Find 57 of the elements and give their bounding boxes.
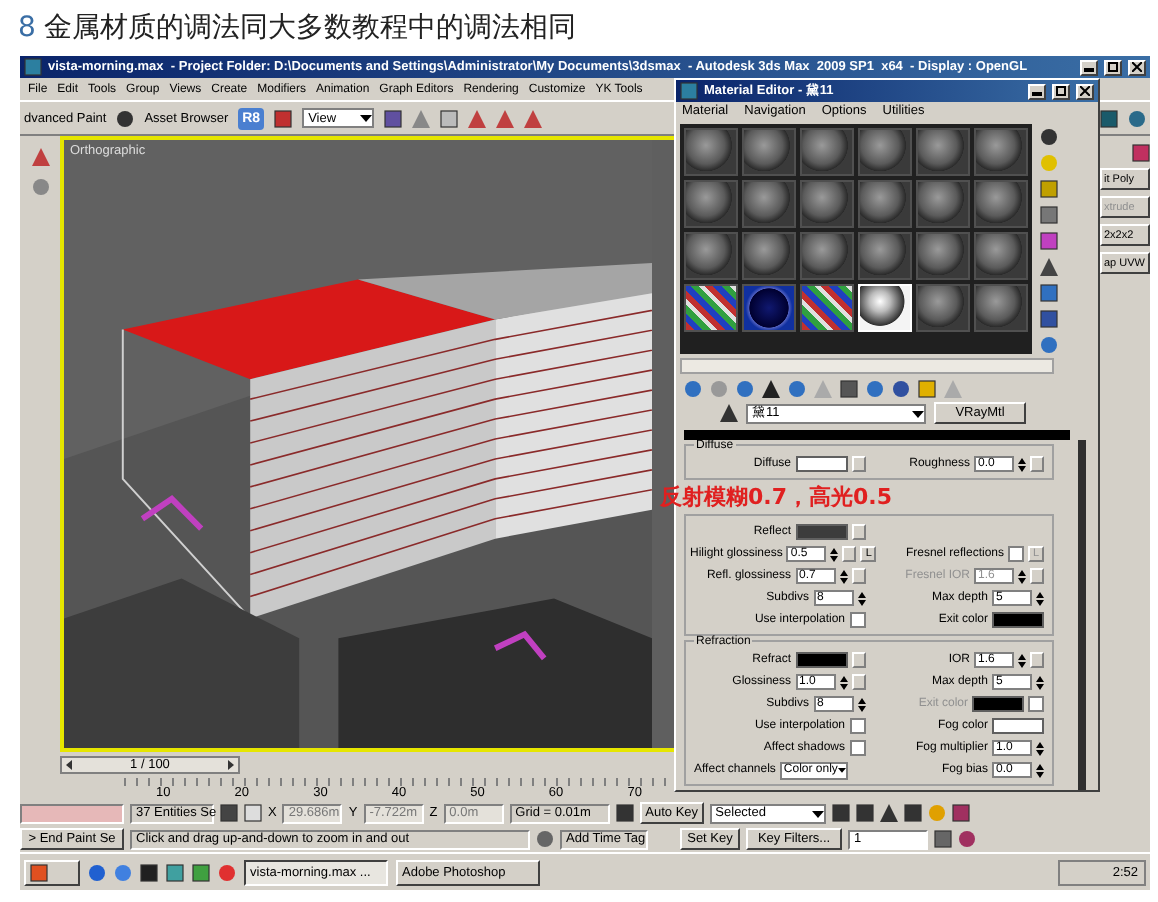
minimize-icon bbox=[1084, 62, 1094, 72]
start-button[interactable] bbox=[24, 859, 80, 885]
left-arrow-icon[interactable] bbox=[66, 759, 72, 769]
spinner-arrows-icon[interactable] bbox=[857, 697, 865, 711]
spinner-arrows-icon[interactable] bbox=[857, 591, 865, 605]
step-number: 8 bbox=[18, 12, 36, 44]
color-swatch[interactable] bbox=[795, 524, 847, 540]
map-button[interactable] bbox=[851, 652, 865, 668]
spinner-arrows-icon[interactable] bbox=[1036, 675, 1044, 689]
checkbox[interactable] bbox=[849, 718, 865, 734]
restore-button[interactable] bbox=[1104, 59, 1122, 75]
color-swatch[interactable] bbox=[795, 456, 847, 472]
caret-icon bbox=[837, 764, 846, 776]
map-button[interactable] bbox=[1030, 652, 1044, 668]
map-button[interactable] bbox=[851, 524, 865, 540]
material-slot[interactable] bbox=[684, 283, 738, 332]
minimize-button[interactable] bbox=[1080, 59, 1098, 75]
right-arrow-icon[interactable] bbox=[227, 759, 234, 769]
maximize-icon bbox=[1056, 86, 1066, 96]
close-icon bbox=[1080, 86, 1090, 96]
heading-text: 金属材质的调法同大多数教程中的调法相同 bbox=[43, 10, 576, 46]
caret-icon bbox=[360, 112, 373, 124]
map-button[interactable] bbox=[851, 456, 865, 472]
square-icon[interactable] bbox=[1039, 205, 1057, 224]
spinner-arrows-icon[interactable] bbox=[1036, 591, 1044, 605]
color-swatch[interactable] bbox=[992, 612, 1044, 628]
caret-icon bbox=[811, 807, 824, 819]
checkbox[interactable] bbox=[849, 612, 865, 628]
spinner-arrows-icon[interactable] bbox=[830, 547, 839, 561]
sphere-icon[interactable] bbox=[1039, 127, 1057, 146]
map-button[interactable] bbox=[842, 546, 857, 562]
caret-icon bbox=[912, 407, 924, 420]
checkbox[interactable] bbox=[849, 740, 865, 756]
spinner-arrows-icon[interactable] bbox=[1018, 569, 1026, 583]
spinner-arrows-icon[interactable] bbox=[839, 569, 847, 583]
map-button[interactable] bbox=[851, 568, 865, 584]
checkbox[interactable] bbox=[1008, 546, 1024, 562]
color-swatch[interactable] bbox=[795, 652, 847, 668]
maximize-button[interactable] bbox=[1052, 83, 1070, 99]
spinner-arrows-icon[interactable] bbox=[1018, 457, 1026, 471]
spinner-arrows-icon[interactable] bbox=[1036, 741, 1044, 755]
restore-icon bbox=[1108, 62, 1118, 72]
material-slot[interactable] bbox=[800, 283, 854, 332]
spinner-arrows-icon[interactable] bbox=[839, 675, 847, 689]
close-icon bbox=[1132, 62, 1142, 72]
color-swatch[interactable] bbox=[992, 718, 1044, 734]
map-button[interactable] bbox=[1030, 456, 1044, 472]
close-button[interactable] bbox=[1076, 83, 1094, 99]
minimize-icon bbox=[1032, 86, 1042, 96]
scrollbar[interactable] bbox=[680, 357, 1054, 375]
spinner-arrows-icon[interactable] bbox=[1036, 763, 1044, 777]
map-button[interactable] bbox=[851, 674, 865, 690]
spinner-arrows-icon[interactable] bbox=[1018, 653, 1026, 667]
disc-icon[interactable] bbox=[866, 379, 884, 398]
minimize-button[interactable] bbox=[1028, 83, 1046, 99]
close-button[interactable] bbox=[1128, 59, 1146, 75]
script-listener[interactable] bbox=[20, 803, 124, 823]
